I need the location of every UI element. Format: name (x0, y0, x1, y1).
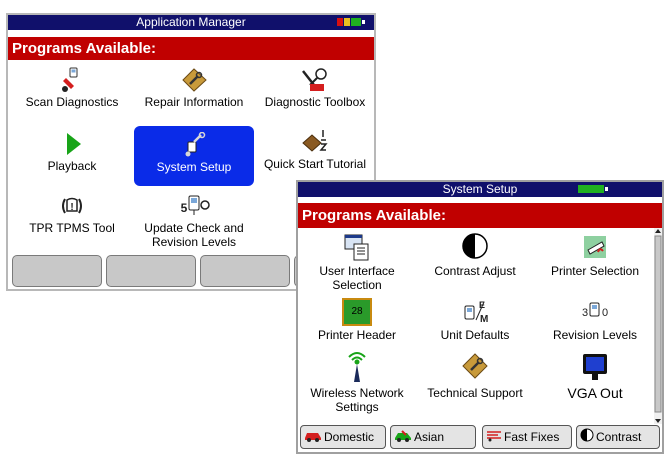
program-repair-information[interactable]: Repair Information (136, 67, 252, 115)
button-label: Fast Fixes (504, 430, 560, 444)
domestic-car-icon (304, 427, 322, 449)
technical-support-icon (420, 348, 530, 384)
program-technical-support[interactable]: Technical Support (420, 348, 530, 400)
scan-diagnostics-icon (14, 67, 130, 93)
program-label: Playback (47, 159, 97, 173)
program-wireless-network-settings[interactable]: Wireless Network Settings (302, 348, 412, 414)
svg-text:!: ! (70, 202, 73, 213)
program-label: Scan Diagnostics (25, 95, 119, 109)
contrast-button[interactable]: Contrast (576, 425, 660, 449)
unit-defaults-icon: E M (420, 298, 530, 326)
program-revision-levels[interactable]: 3 0 Revision Levels (536, 298, 654, 344)
programs-header: Programs Available: (8, 37, 374, 60)
fast-fixes-icon (486, 427, 502, 449)
battery-icon (578, 185, 610, 193)
program-label: VGA Out (567, 385, 623, 401)
system-setup-icon (134, 131, 254, 158)
program-printer-header[interactable]: 28 Printer Header (302, 298, 412, 344)
program-quick-start-tutorial[interactable]: Quick Start Tutorial (258, 127, 372, 187)
title-bar: System Setup (298, 182, 662, 197)
scrollbar[interactable] (654, 228, 662, 424)
function-button-1[interactable] (12, 255, 102, 287)
button-label: Domestic (324, 430, 375, 444)
program-label: Quick Start Tutorial (263, 157, 367, 171)
program-contrast-adjust[interactable]: Contrast Adjust (420, 232, 530, 282)
program-playback[interactable]: Playback (14, 127, 130, 187)
svg-text:E: E (479, 300, 485, 310)
program-label: Update Check and Revision Levels (144, 221, 244, 249)
program-tpr-tpms-tool[interactable]: ! TPR TPMS Tool (14, 193, 130, 241)
revision-device-icon: 3 0 (536, 298, 654, 326)
monitor-icon (536, 348, 654, 384)
program-label: Printer Selection (550, 264, 640, 278)
window-title: System Setup (442, 182, 518, 196)
program-update-check[interactable]: 5 Update Check and Revision Levels (136, 193, 252, 253)
title-bar: Application Manager (8, 15, 374, 30)
button-label: Asian (414, 430, 445, 444)
program-vga-out[interactable]: VGA Out (536, 348, 654, 401)
program-label: Diagnostic Toolbox (264, 95, 366, 109)
svg-text:28: 28 (351, 306, 363, 317)
program-printer-selection[interactable]: Printer Selection (536, 232, 654, 282)
wireless-icon (302, 348, 412, 384)
function-button-2[interactable] (106, 255, 196, 287)
play-icon (14, 131, 130, 157)
svg-text:M: M (480, 314, 488, 325)
tpms-warning-icon: ! (14, 193, 130, 219)
window-title: Application Manager (136, 15, 246, 29)
system-setup-window: System Setup Programs Available: User In… (296, 180, 664, 454)
domestic-button[interactable]: Domestic (300, 425, 386, 449)
printer-selection-icon (536, 232, 654, 262)
contrast-icon (420, 232, 530, 262)
program-user-interface-selection[interactable]: User Interface Selection (302, 232, 412, 298)
svg-text:5: 5 (181, 201, 188, 215)
user-interface-icon (302, 232, 412, 262)
button-label: Contrast (596, 430, 642, 444)
repair-book-icon (136, 67, 252, 93)
program-label: Repair Information (144, 95, 244, 109)
program-label: System Setup (156, 160, 232, 174)
program-unit-defaults[interactable]: E M Unit Defaults (420, 298, 530, 344)
tutorial-icon (258, 129, 372, 155)
program-label: Wireless Network Settings (310, 386, 404, 414)
program-label: Technical Support (427, 386, 523, 400)
program-label: Contrast Adjust (434, 264, 516, 278)
program-label: Unit Defaults (440, 328, 510, 342)
update-device-icon: 5 (136, 193, 252, 219)
program-scan-diagnostics[interactable]: Scan Diagnostics (14, 67, 130, 115)
contrast-small-icon (580, 427, 594, 449)
program-system-setup[interactable]: System Setup (134, 126, 254, 186)
asian-car-icon (394, 427, 412, 449)
program-label: Revision Levels (552, 328, 638, 342)
programs-header: Programs Available: (298, 203, 662, 228)
program-label: User Interface Selection (319, 264, 395, 292)
asian-button[interactable]: Asian (390, 425, 476, 449)
fast-fixes-button[interactable]: Fast Fixes (482, 425, 572, 449)
program-label: TPR TPMS Tool (29, 221, 115, 235)
svg-text:0: 0 (602, 307, 608, 319)
program-diagnostic-toolbox[interactable]: Diagnostic Toolbox (258, 67, 372, 115)
function-button-3[interactable] (200, 255, 290, 287)
svg-text:3: 3 (582, 307, 588, 319)
program-label: Printer Header (317, 328, 397, 342)
battery-icon (337, 18, 367, 26)
toolbox-icon (258, 67, 372, 93)
printer-header-icon: 28 (302, 298, 412, 326)
